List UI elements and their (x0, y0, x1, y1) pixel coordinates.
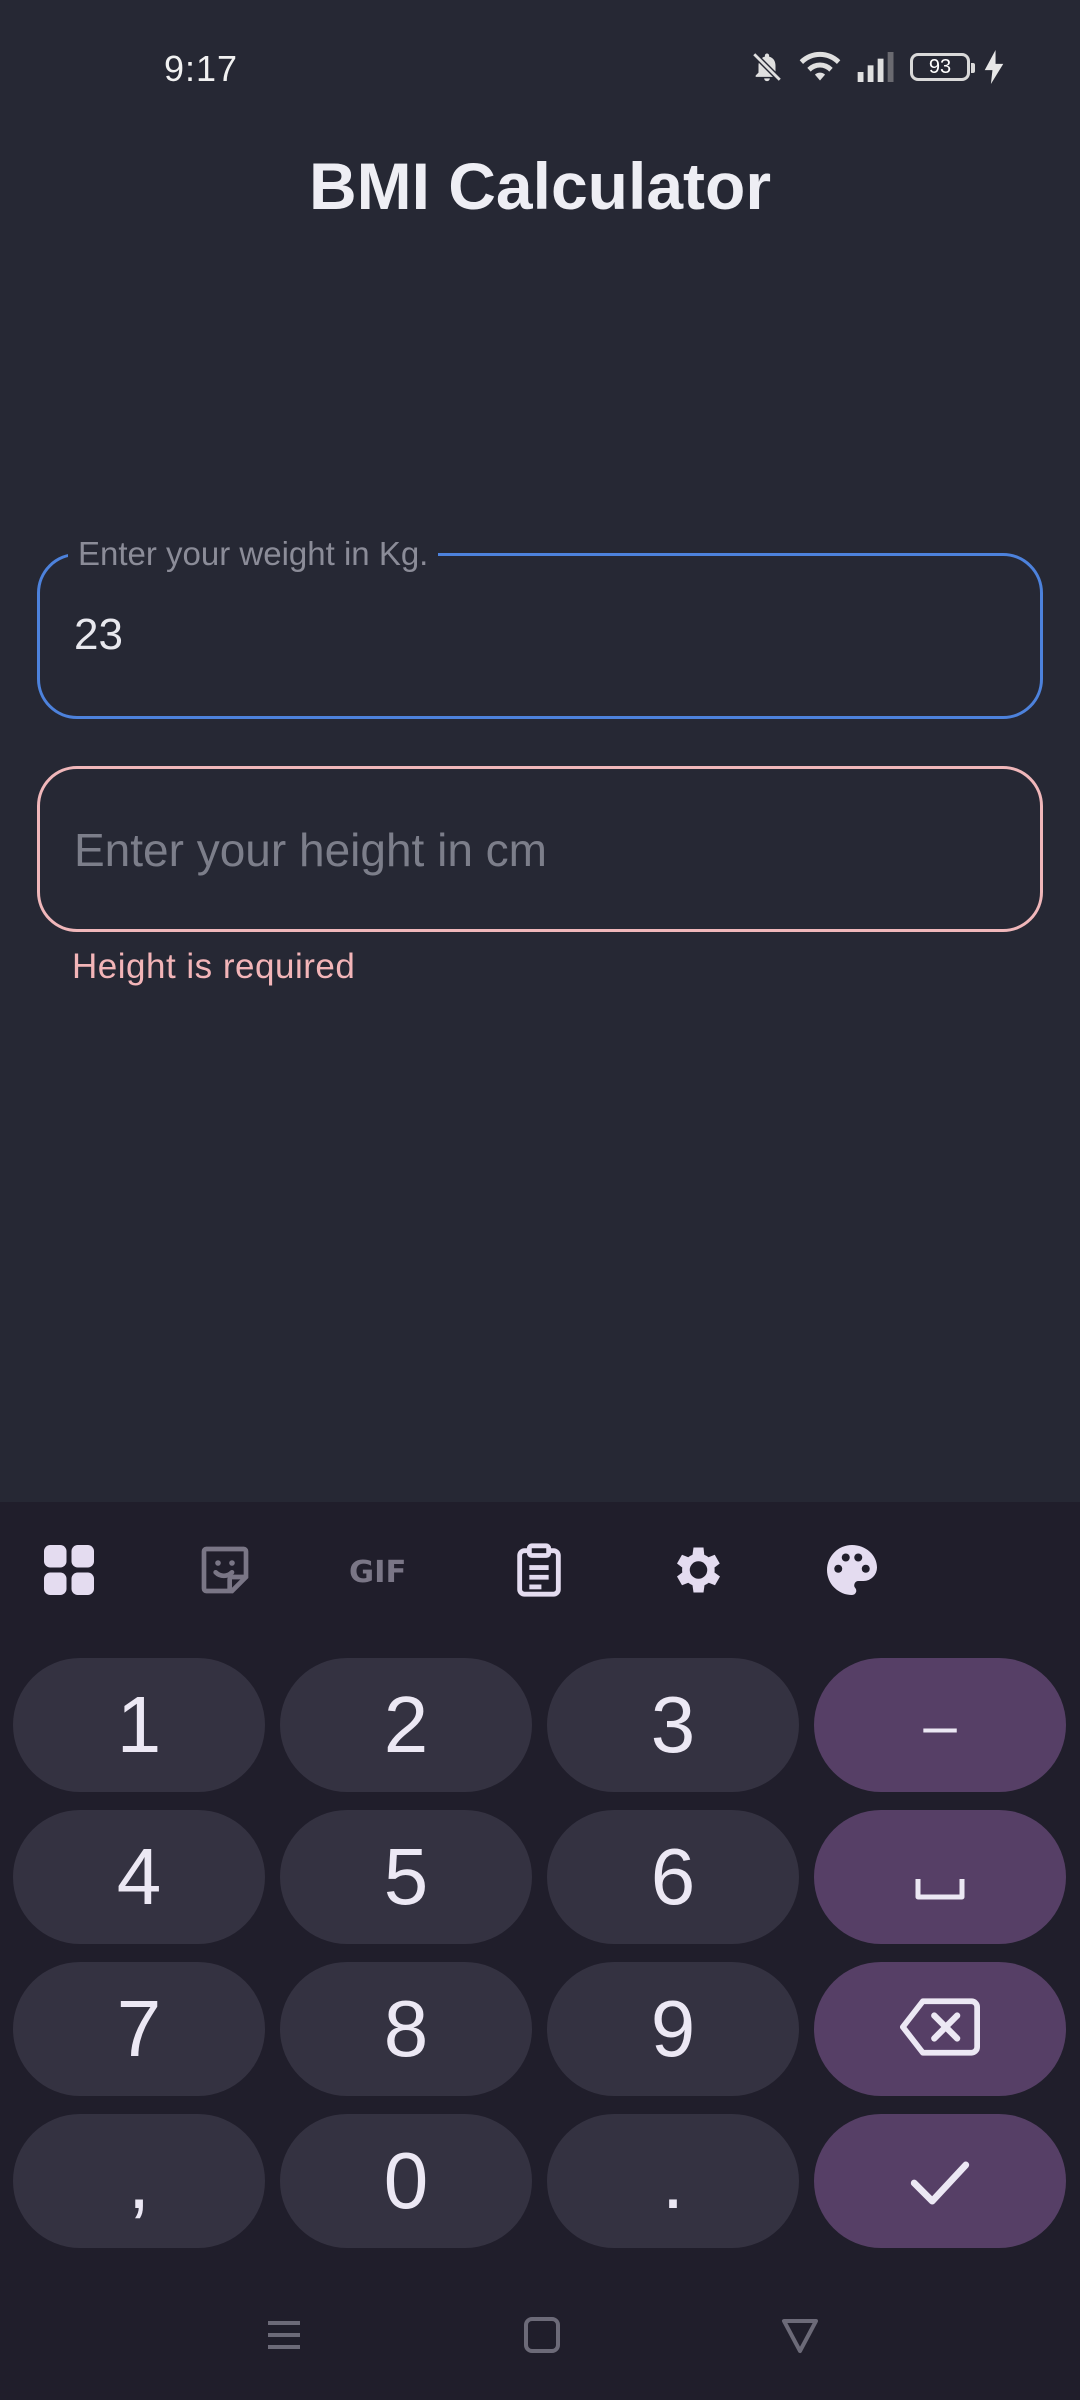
svg-text:GIF: GIF (349, 1555, 406, 1587)
weight-field-label: Enter your weight in Kg. (68, 532, 439, 576)
keyboard-toolbar: GIF (0, 1502, 1080, 1637)
status-bar: 9:17 93 (0, 0, 1080, 140)
navigation-bar (0, 2270, 1080, 2400)
backspace-icon (900, 1983, 980, 2075)
key-1[interactable]: 1 (13, 1658, 265, 1792)
back-icon[interactable] (775, 2310, 825, 2360)
battery-icon: 93 (910, 53, 975, 81)
gif-icon[interactable]: GIF (347, 1536, 419, 1604)
key-4[interactable]: 4 (13, 1810, 265, 1944)
app-screen: 9:17 93 BMI Calculator Enter your weight… (0, 0, 1080, 2400)
key-2[interactable]: 2 (280, 1658, 532, 1792)
status-time: 9:17 (164, 48, 239, 89)
key-5[interactable]: 5 (280, 1810, 532, 1944)
palette-icon[interactable] (818, 1536, 886, 1604)
sticker-icon[interactable] (191, 1536, 259, 1604)
key-7[interactable]: 7 (13, 1962, 265, 2096)
key-9[interactable]: 9 (547, 1962, 799, 2096)
numeric-keyboard: GIF 1 2 3 – 4 5 6 7 8 9 , 0 . (0, 1502, 1080, 2400)
key-comma[interactable]: , (13, 2114, 265, 2248)
wifi-icon (798, 50, 842, 84)
key-period[interactable]: . (547, 2114, 799, 2248)
key-minus[interactable]: – (814, 1658, 1066, 1792)
key-done[interactable] (814, 2114, 1066, 2248)
apps-grid-icon[interactable] (35, 1536, 103, 1604)
signal-icon (856, 52, 896, 82)
key-space[interactable] (814, 1810, 1066, 1944)
key-backspace[interactable] (814, 1962, 1066, 2096)
key-6[interactable]: 6 (547, 1810, 799, 1944)
height-input-placeholder[interactable]: Enter your height in cm (74, 823, 547, 877)
key-3[interactable]: 3 (547, 1658, 799, 1792)
key-8[interactable]: 8 (280, 1962, 532, 2096)
weight-field[interactable]: Enter your weight in Kg. (37, 532, 1043, 719)
status-icons: 93 (750, 50, 1004, 84)
height-error-message: Height is required (72, 947, 356, 986)
key-0[interactable]: 0 (280, 2114, 532, 2248)
clipboard-icon[interactable] (505, 1536, 573, 1604)
bell-off-icon (750, 50, 784, 84)
space-bar-icon (912, 1831, 968, 1923)
weight-input[interactable] (74, 610, 974, 660)
page-title: BMI Calculator (308, 149, 772, 223)
height-field[interactable]: Enter your height in cm (37, 766, 1043, 932)
settings-icon[interactable] (662, 1536, 730, 1604)
battery-level: 93 (928, 55, 952, 78)
charging-bolt-icon (984, 50, 1004, 84)
check-icon (909, 2135, 971, 2227)
menu-icon[interactable] (259, 2310, 309, 2360)
home-icon[interactable] (517, 2310, 567, 2360)
